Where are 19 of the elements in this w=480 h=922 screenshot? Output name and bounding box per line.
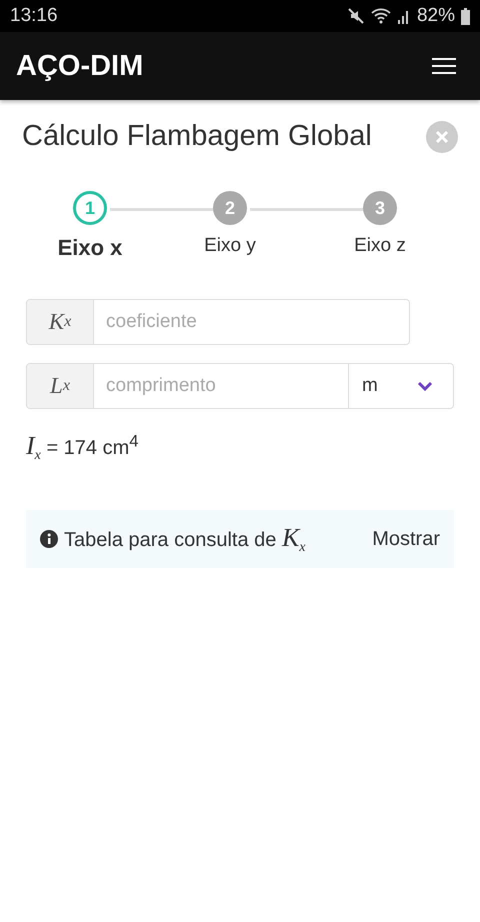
- menu-button[interactable]: [432, 56, 456, 76]
- unit-select[interactable]: m: [348, 364, 453, 408]
- app-title: AÇO-DIM: [16, 50, 144, 82]
- mute-icon: [346, 7, 365, 25]
- inertia-result: I$_{x}$ = 174 cm$^{4}$: [25, 430, 140, 464]
- show-link[interactable]: Mostrar: [372, 528, 440, 550]
- battery-icon: [461, 8, 470, 24]
- chevron-down-icon: [417, 381, 433, 391]
- step-label: Eixo y: [204, 235, 256, 257]
- step-label: Eixo z: [354, 235, 406, 257]
- info-icon: [40, 530, 58, 548]
- page-title: Cálculo Flambagem Global: [22, 120, 372, 153]
- info-text: Tabela para consulta de K$_{x}$: [64, 522, 306, 556]
- status-time: 13:16: [10, 5, 58, 27]
- step-label: Eixo x: [58, 235, 122, 261]
- battery-percent: 82%: [416, 5, 455, 27]
- signal-icon: [396, 8, 411, 24]
- wifi-icon: [370, 8, 391, 24]
- close-icon: [435, 130, 449, 144]
